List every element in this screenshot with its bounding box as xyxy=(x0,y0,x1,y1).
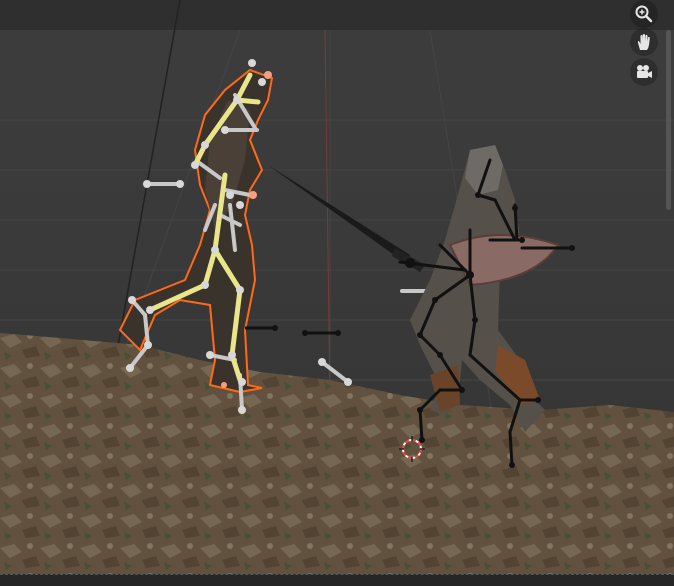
camera-view-button[interactable] xyxy=(630,58,658,86)
hand-icon xyxy=(637,34,650,50)
viewport-region-edge xyxy=(666,30,671,210)
viewport-scene[interactable] xyxy=(0,0,674,586)
viewport-bottom-strip xyxy=(0,574,674,586)
sword xyxy=(268,165,410,262)
camera-icon xyxy=(637,65,652,78)
magnifier-icon xyxy=(635,5,653,23)
detached-bones[interactable] xyxy=(245,287,441,386)
pan-button[interactable] xyxy=(630,28,658,56)
z-axis-line xyxy=(324,29,331,401)
zoom-button[interactable] xyxy=(630,0,658,28)
3d-viewport[interactable] xyxy=(0,0,674,586)
